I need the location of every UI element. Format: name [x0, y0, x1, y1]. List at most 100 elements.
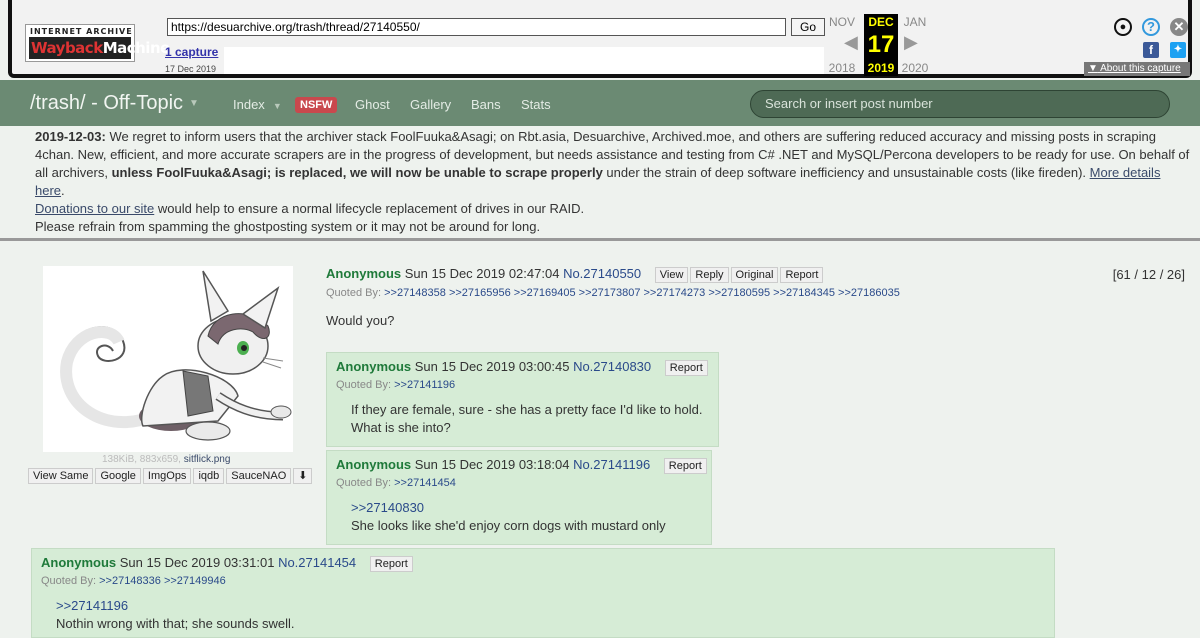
report-button[interactable]: Report: [663, 458, 707, 474]
quoted-links[interactable]: >>27141196: [394, 379, 455, 391]
op-number[interactable]: No.27140550: [563, 266, 641, 281]
quoted-links[interactable]: >>27148358 >>27165956 >>27169405 >>27173…: [384, 287, 900, 299]
quoted-label: Quoted By:: [326, 287, 382, 299]
wayback-capture-date: 17 Dec 2019: [165, 64, 217, 74]
about-capture-label: About this capture: [1100, 63, 1181, 74]
prev-year-label: 2018: [828, 61, 856, 75]
reply-line: What is she into?: [351, 420, 451, 435]
report-button[interactable]: Report: [664, 360, 708, 376]
op-name: Anonymous: [326, 266, 402, 281]
quoted-label: Quoted By:: [336, 477, 392, 489]
google-button[interactable]: Google: [95, 468, 141, 484]
reply-number[interactable]: No.27141454: [278, 555, 356, 570]
reply-body: >>27140830 She looks like she'd enjoy co…: [351, 499, 666, 535]
prev-arrow-icon[interactable]: ◀: [844, 32, 858, 53]
current-day-label: 17: [867, 31, 895, 58]
reply-name: Anonymous: [336, 359, 412, 374]
reply-header: Anonymous Sun 15 Dec 2019 03:31:01 No.27…: [41, 555, 415, 572]
reply-number[interactable]: No.27140830: [573, 359, 651, 374]
refrain-line: Please refrain from spamming the ghostpo…: [35, 219, 541, 234]
quoted-links[interactable]: >>27141454: [394, 477, 456, 489]
quoted-links[interactable]: >>27148336 >>27149946: [99, 575, 226, 587]
op-date: Sun 15 Dec 2019 02:47:04: [404, 266, 560, 281]
op-post-header: Anonymous Sun 15 Dec 2019 02:47:04 No.27…: [326, 266, 825, 283]
nav-index-label: Index: [233, 97, 265, 112]
nav-stats[interactable]: Stats: [521, 97, 551, 112]
wayback-captures-link[interactable]: 1 capture: [165, 45, 218, 59]
op-image: [43, 266, 293, 452]
nav-index[interactable]: Index ▼: [233, 97, 282, 112]
wayback-go-button[interactable]: Go: [791, 18, 825, 36]
image-search-buttons: View Same Google ImgOps iqdb SauceNAO ⬇: [28, 467, 314, 484]
wayback-logo-main-a: Wayback: [31, 39, 103, 57]
original-button[interactable]: Original: [730, 267, 779, 283]
imgops-button[interactable]: ImgOps: [142, 468, 192, 484]
view-same-button[interactable]: View Same: [28, 468, 94, 484]
current-month-label: DEC: [868, 15, 894, 29]
nav-gallery[interactable]: Gallery: [410, 97, 451, 112]
file-info: 138KiB, 883x659, sitflick.png: [102, 454, 230, 465]
thread-stats: [61 / 12 / 26]: [1112, 267, 1185, 282]
reply-line: If they are female, sure - she has a pre…: [351, 402, 703, 417]
wayback-logo-main: WaybackMachine: [29, 37, 170, 59]
reply-quoted-by: Quoted By: >>27141196: [336, 379, 455, 391]
quote-link[interactable]: >>27140830: [351, 499, 666, 517]
wayback-logo[interactable]: INTERNET ARCHIVE WaybackMachine: [25, 24, 170, 62]
reply-name: Anonymous: [41, 555, 117, 570]
reply-header: Anonymous Sun 15 Dec 2019 03:00:45 No.27…: [336, 359, 710, 376]
reply-quoted-by: Quoted By: >>27141454: [336, 477, 456, 489]
op-body: Would you?: [326, 313, 395, 328]
announcement-bold: unless FoolFuuka&Asagi; is replaced, we …: [111, 165, 603, 180]
user-icon[interactable]: ●: [1114, 18, 1132, 36]
donations-link[interactable]: Donations to our site: [35, 201, 154, 216]
quoted-label: Quoted By:: [41, 575, 97, 587]
close-icon[interactable]: ✕: [1170, 18, 1188, 36]
report-button[interactable]: Report: [369, 556, 413, 572]
reply-date: Sun 15 Dec 2019 03:00:45: [414, 359, 570, 374]
quote-link[interactable]: >>27141196: [56, 597, 294, 615]
wayback-sparkline[interactable]: [224, 47, 824, 74]
wayback-url-input[interactable]: https://desuarchive.org/trash/thread/271…: [167, 18, 786, 36]
reply-post: Anonymous Sun 15 Dec 2019 03:31:01 No.27…: [31, 548, 1055, 638]
chevron-down-icon: ▼: [272, 101, 282, 111]
report-button[interactable]: Report: [780, 267, 824, 283]
reply-line: Nothin wrong with that; she sounds swell…: [56, 616, 295, 631]
reply-body: If they are female, sure - she has a pre…: [351, 401, 703, 437]
announcement-date: 2019-12-03:: [35, 129, 106, 144]
wayback-current-date: DEC 17 2019: [864, 14, 898, 76]
file-name-link[interactable]: sitflick.png: [184, 454, 231, 465]
download-icon[interactable]: ⬇: [293, 468, 313, 484]
reply-date: Sun 15 Dec 2019 03:31:01: [119, 555, 275, 570]
about-capture-link[interactable]: ▼ About this capture: [1084, 62, 1190, 76]
wayback-toolbar: INTERNET ARCHIVE WaybackMachine https://…: [8, 0, 1192, 78]
next-year-label: 2020: [901, 61, 929, 75]
reply-date: Sun 15 Dec 2019 03:18:04: [414, 457, 570, 472]
wayback-next-month[interactable]: JAN 2020: [898, 14, 932, 76]
announcement-period: .: [61, 183, 65, 198]
board-title[interactable]: /trash/ - Off-Topic ▼: [30, 92, 199, 115]
twitter-icon[interactable]: ✦: [1170, 42, 1186, 58]
caret-down-icon: ▼: [1088, 63, 1098, 74]
announcement: 2019-12-03: We regret to inform users th…: [35, 128, 1190, 236]
donation-text: would help to ensure a normal lifecycle …: [154, 201, 585, 216]
reply-post: Anonymous Sun 15 Dec 2019 03:18:04 No.27…: [326, 450, 712, 545]
iqdb-button[interactable]: iqdb: [193, 468, 225, 484]
view-button[interactable]: View: [654, 267, 689, 283]
nav-ghost[interactable]: Ghost: [355, 97, 390, 112]
reply-number[interactable]: No.27141196: [573, 457, 650, 472]
file-meta: 138KiB, 883x659,: [102, 454, 181, 465]
wayback-logo-top: INTERNET ARCHIVE: [30, 27, 133, 36]
reply-button[interactable]: Reply: [690, 267, 729, 283]
nav-bans[interactable]: Bans: [471, 97, 501, 112]
reply-post: Anonymous Sun 15 Dec 2019 03:00:45 No.27…: [326, 352, 719, 447]
help-icon[interactable]: ?: [1142, 18, 1160, 36]
nav-nsfw[interactable]: NSFW: [295, 97, 338, 113]
saucenao-button[interactable]: SauceNAO: [226, 468, 292, 484]
donation-line: Donations to our site would help to ensu…: [35, 200, 1190, 218]
site-navbar: /trash/ - Off-Topic ▼ Index ▼ NSFW Ghost G…: [0, 80, 1200, 126]
chevron-down-icon: ▼: [189, 98, 199, 109]
op-thumbnail[interactable]: [43, 266, 293, 452]
facebook-icon[interactable]: f: [1143, 42, 1159, 58]
reply-header: Anonymous Sun 15 Dec 2019 03:18:04 No.27…: [336, 457, 709, 474]
search-input[interactable]: Search or insert post number: [750, 90, 1170, 118]
